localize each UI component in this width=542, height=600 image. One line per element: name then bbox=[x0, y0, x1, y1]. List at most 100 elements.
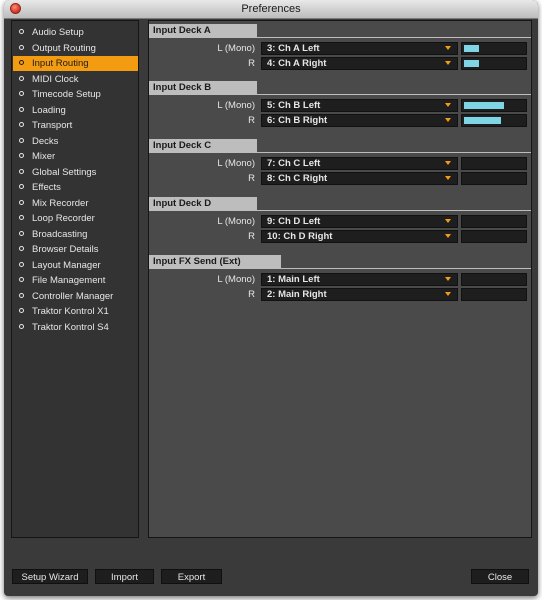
level-meter-fill bbox=[464, 45, 479, 52]
sidebar-item-midi-clock[interactable]: MIDI Clock bbox=[13, 72, 138, 87]
bullet-icon bbox=[19, 184, 24, 189]
sidebar-item-label: Effects bbox=[32, 182, 61, 193]
level-meter bbox=[461, 172, 527, 185]
import-button[interactable]: Import bbox=[95, 569, 154, 584]
dropdown-value: 4: Ch A Right bbox=[267, 58, 327, 69]
section-title: Input Deck C bbox=[149, 139, 257, 153]
level-meter bbox=[461, 288, 527, 301]
input-channel-dropdown[interactable]: 7: Ch C Left bbox=[261, 157, 458, 170]
sidebar-item-mixer[interactable]: Mixer bbox=[13, 149, 138, 164]
level-meter bbox=[461, 273, 527, 286]
bullet-icon bbox=[19, 44, 24, 50]
input-channel-dropdown[interactable]: 2: Main Right bbox=[261, 288, 458, 301]
section-divider bbox=[149, 268, 531, 269]
input-channel-dropdown[interactable]: 3: Ch A Left bbox=[261, 42, 458, 55]
input-channel-dropdown[interactable]: 4: Ch A Right bbox=[261, 57, 458, 70]
input-channel-dropdown[interactable]: 1: Main Left bbox=[261, 273, 458, 286]
close-window-icon[interactable] bbox=[10, 3, 21, 14]
sidebar-item-broadcasting[interactable]: Broadcasting bbox=[13, 227, 138, 242]
channel-label: L (Mono) bbox=[217, 216, 255, 227]
sidebar-item-label: Global Settings bbox=[32, 166, 97, 178]
level-meter bbox=[461, 215, 527, 228]
sidebar-item-label: Decks bbox=[32, 135, 59, 147]
sidebar-item-output-routing[interactable]: Output Routing bbox=[13, 41, 138, 56]
close-button[interactable]: Close bbox=[471, 569, 529, 584]
sidebar-item-traktor-kontrol-s4[interactable]: Traktor Kontrol S4 bbox=[13, 320, 138, 335]
section-header: Input Deck D bbox=[149, 197, 531, 211]
sidebar-item-mix-recorder[interactable]: Mix Recorder bbox=[13, 196, 138, 211]
dropdown-arrow-icon bbox=[445, 103, 451, 107]
section-title: Input FX Send (Ext) bbox=[149, 255, 281, 269]
channel-label: R bbox=[248, 115, 255, 126]
sidebar-item-label: Transport bbox=[32, 120, 73, 131]
bullet-icon bbox=[19, 153, 24, 158]
section-header: Input Deck C bbox=[149, 139, 531, 153]
section-divider bbox=[149, 94, 531, 95]
sidebar-item-label: Broadcasting bbox=[32, 228, 88, 240]
setup-wizard-button[interactable]: Setup Wizard bbox=[12, 569, 88, 584]
dropdown-arrow-icon bbox=[445, 234, 451, 238]
input-channel-dropdown[interactable]: 5: Ch B Left bbox=[261, 99, 458, 112]
sidebar-item-timecode-setup[interactable]: Timecode Setup bbox=[13, 87, 138, 102]
section-divider bbox=[149, 37, 531, 38]
dropdown-value: 8: Ch C Right bbox=[267, 173, 328, 184]
sidebar-item-label: Loading bbox=[32, 104, 66, 116]
sidebar-item-transport[interactable]: Transport bbox=[13, 118, 138, 133]
input-routing-panel: Input Deck A L (Mono) 3: Ch A Left R 4: Ch A… bbox=[148, 20, 532, 538]
input-channel-dropdown[interactable]: 8: Ch C Right bbox=[261, 172, 458, 185]
bullet-icon bbox=[19, 246, 24, 251]
sidebar-item-browser-details[interactable]: Browser Details bbox=[13, 242, 138, 257]
sidebar-item-label: Timecode Setup bbox=[32, 89, 101, 100]
sidebar-item-decks[interactable]: Decks bbox=[13, 134, 138, 149]
dropdown-arrow-icon bbox=[445, 277, 451, 281]
channel-label: R bbox=[248, 289, 255, 300]
sidebar-item-input-routing[interactable]: Input Routing bbox=[13, 56, 138, 71]
export-button[interactable]: Export bbox=[161, 569, 222, 584]
dropdown-value: 2: Main Right bbox=[267, 289, 327, 300]
dropdown-arrow-icon bbox=[445, 61, 451, 65]
preferences-sidebar: Audio Setup Output Routing Input Routing MI… bbox=[11, 20, 139, 538]
dropdown-arrow-icon bbox=[445, 161, 451, 165]
channel-label: R bbox=[248, 58, 255, 69]
dropdown-arrow-icon bbox=[445, 219, 451, 223]
input-channel-dropdown[interactable]: 10: Ch D Right bbox=[261, 230, 458, 243]
sidebar-item-audio-setup[interactable]: Audio Setup bbox=[13, 25, 138, 40]
bullet-icon bbox=[19, 29, 24, 34]
bullet-icon bbox=[19, 106, 24, 112]
sidebar-item-label: File Management bbox=[32, 275, 106, 286]
level-meter bbox=[461, 42, 527, 55]
section-title: Input Deck D bbox=[149, 197, 257, 211]
input-channel-dropdown[interactable]: 6: Ch B Right bbox=[261, 114, 458, 127]
level-meter bbox=[461, 114, 527, 127]
section-header: Input Deck B bbox=[149, 81, 531, 95]
sidebar-item-label: Traktor Kontrol S4 bbox=[32, 321, 109, 333]
dropdown-value: 7: Ch C Left bbox=[267, 158, 321, 169]
level-meter-fill bbox=[464, 102, 504, 109]
input-channel-dropdown[interactable]: 9: Ch D Left bbox=[261, 215, 458, 228]
dropdown-value: 5: Ch B Left bbox=[267, 100, 321, 111]
sidebar-item-layout-manager[interactable]: Layout Manager bbox=[13, 258, 138, 273]
sidebar-item-label: MIDI Clock bbox=[32, 73, 79, 85]
sidebar-item-label: Audio Setup bbox=[32, 27, 84, 38]
channel-label: R bbox=[248, 173, 255, 184]
bullet-icon bbox=[19, 277, 24, 282]
sidebar-item-loading[interactable]: Loading bbox=[13, 103, 138, 118]
bullet-icon bbox=[19, 137, 24, 143]
level-meter bbox=[461, 99, 527, 112]
sidebar-item-file-management[interactable]: File Management bbox=[13, 273, 138, 288]
dropdown-arrow-icon bbox=[445, 292, 451, 296]
sidebar-item-controller-manager[interactable]: Controller Manager bbox=[13, 289, 138, 304]
bullet-icon bbox=[19, 261, 24, 267]
sidebar-item-loop-recorder[interactable]: Loop Recorder bbox=[13, 211, 138, 226]
level-meter bbox=[461, 57, 527, 70]
sidebar-item-global-settings[interactable]: Global Settings bbox=[13, 165, 138, 180]
level-meter-fill bbox=[464, 60, 479, 67]
channel-label: L (Mono) bbox=[217, 43, 255, 54]
section-title: Input Deck A bbox=[149, 24, 257, 38]
channel-label: L (Mono) bbox=[217, 158, 255, 169]
sidebar-item-label: Browser Details bbox=[32, 244, 99, 255]
sidebar-item-traktor-kontrol-x1[interactable]: Traktor Kontrol X1 bbox=[13, 304, 138, 319]
sidebar-item-effects[interactable]: Effects bbox=[13, 180, 138, 195]
title-bar[interactable]: Preferences bbox=[4, 0, 538, 19]
section-divider bbox=[149, 152, 531, 153]
